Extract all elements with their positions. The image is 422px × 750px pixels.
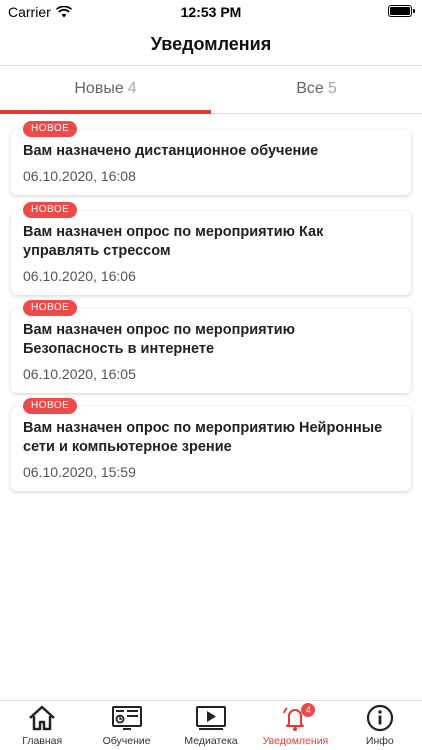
page-title: Уведомления xyxy=(150,34,272,54)
notification-title: Вам назначен опрос по мероприятию Как уп… xyxy=(23,224,324,259)
nav-home-label: Главная xyxy=(22,735,63,747)
bottom-nav: Главная Обучение Медиатека 4 Уведомления… xyxy=(0,700,422,750)
notification-title: Вам назначен опрос по мероприятию Безопа… xyxy=(23,322,295,357)
notification-card[interactable]: НОВОЕ Вам назначено дистанционное обучен… xyxy=(11,121,411,195)
notification-date: 06.10.2020, 16:06 xyxy=(23,268,136,284)
status-bar: Carrier 12:53 PM xyxy=(0,0,422,24)
tab-all[interactable]: Все 5 xyxy=(211,66,422,113)
tab-all-count: 5 xyxy=(327,80,337,97)
status-time: 12:53 PM xyxy=(180,4,242,20)
new-badge: НОВОЕ xyxy=(23,398,78,414)
nav-info[interactable]: Инфо xyxy=(338,701,422,750)
tab-bar: Новые 4 Все 5 xyxy=(0,66,422,114)
nav-learning[interactable]: Обучение xyxy=(84,701,168,750)
nav-home[interactable]: Главная xyxy=(0,701,84,750)
notification-card[interactable]: НОВОЕ Вам назначен опрос по мероприятию … xyxy=(11,202,411,295)
nav-info-label: Инфо xyxy=(365,735,394,747)
home-icon xyxy=(26,703,58,733)
notification-title: Вам назначено дистанционное обучение xyxy=(23,143,319,159)
nav-notifications-label: Уведомления xyxy=(262,735,329,747)
new-badge: НОВОЕ xyxy=(23,202,78,218)
notification-card[interactable]: НОВОЕ Вам назначен опрос по мероприятию … xyxy=(11,300,411,393)
nav-learning-label: Обучение xyxy=(102,735,151,747)
media-icon xyxy=(195,703,227,733)
notification-date: 06.10.2020, 16:05 xyxy=(23,366,136,382)
notification-date: 06.10.2020, 16:08 xyxy=(23,168,136,184)
info-icon xyxy=(364,703,396,733)
tab-all-label: Все xyxy=(296,80,324,97)
header: Уведомления xyxy=(0,24,422,66)
course-icon xyxy=(111,703,143,733)
nav-media[interactable]: Медиатека xyxy=(169,701,253,750)
tab-new-count: 4 xyxy=(127,80,137,97)
tab-new[interactable]: Новые 4 xyxy=(0,66,211,114)
battery-icon xyxy=(388,5,415,17)
tab-new-label: Новые xyxy=(74,80,124,97)
nav-media-label: Медиатека xyxy=(184,735,238,747)
new-badge: НОВОЕ xyxy=(23,121,78,137)
notifications-count-badge: 4 xyxy=(301,703,316,717)
notification-title: Вам назначен опрос по мероприятию Нейрон… xyxy=(23,420,383,455)
notification-date: 06.10.2020, 15:59 xyxy=(23,464,136,480)
new-badge: НОВОЕ xyxy=(23,300,78,316)
notification-list: НОВОЕ Вам назначено дистанционное обучен… xyxy=(0,114,422,700)
notification-card[interactable]: НОВОЕ Вам назначен опрос по мероприятию … xyxy=(11,398,411,491)
nav-notifications[interactable]: 4 Уведомления xyxy=(253,701,337,750)
